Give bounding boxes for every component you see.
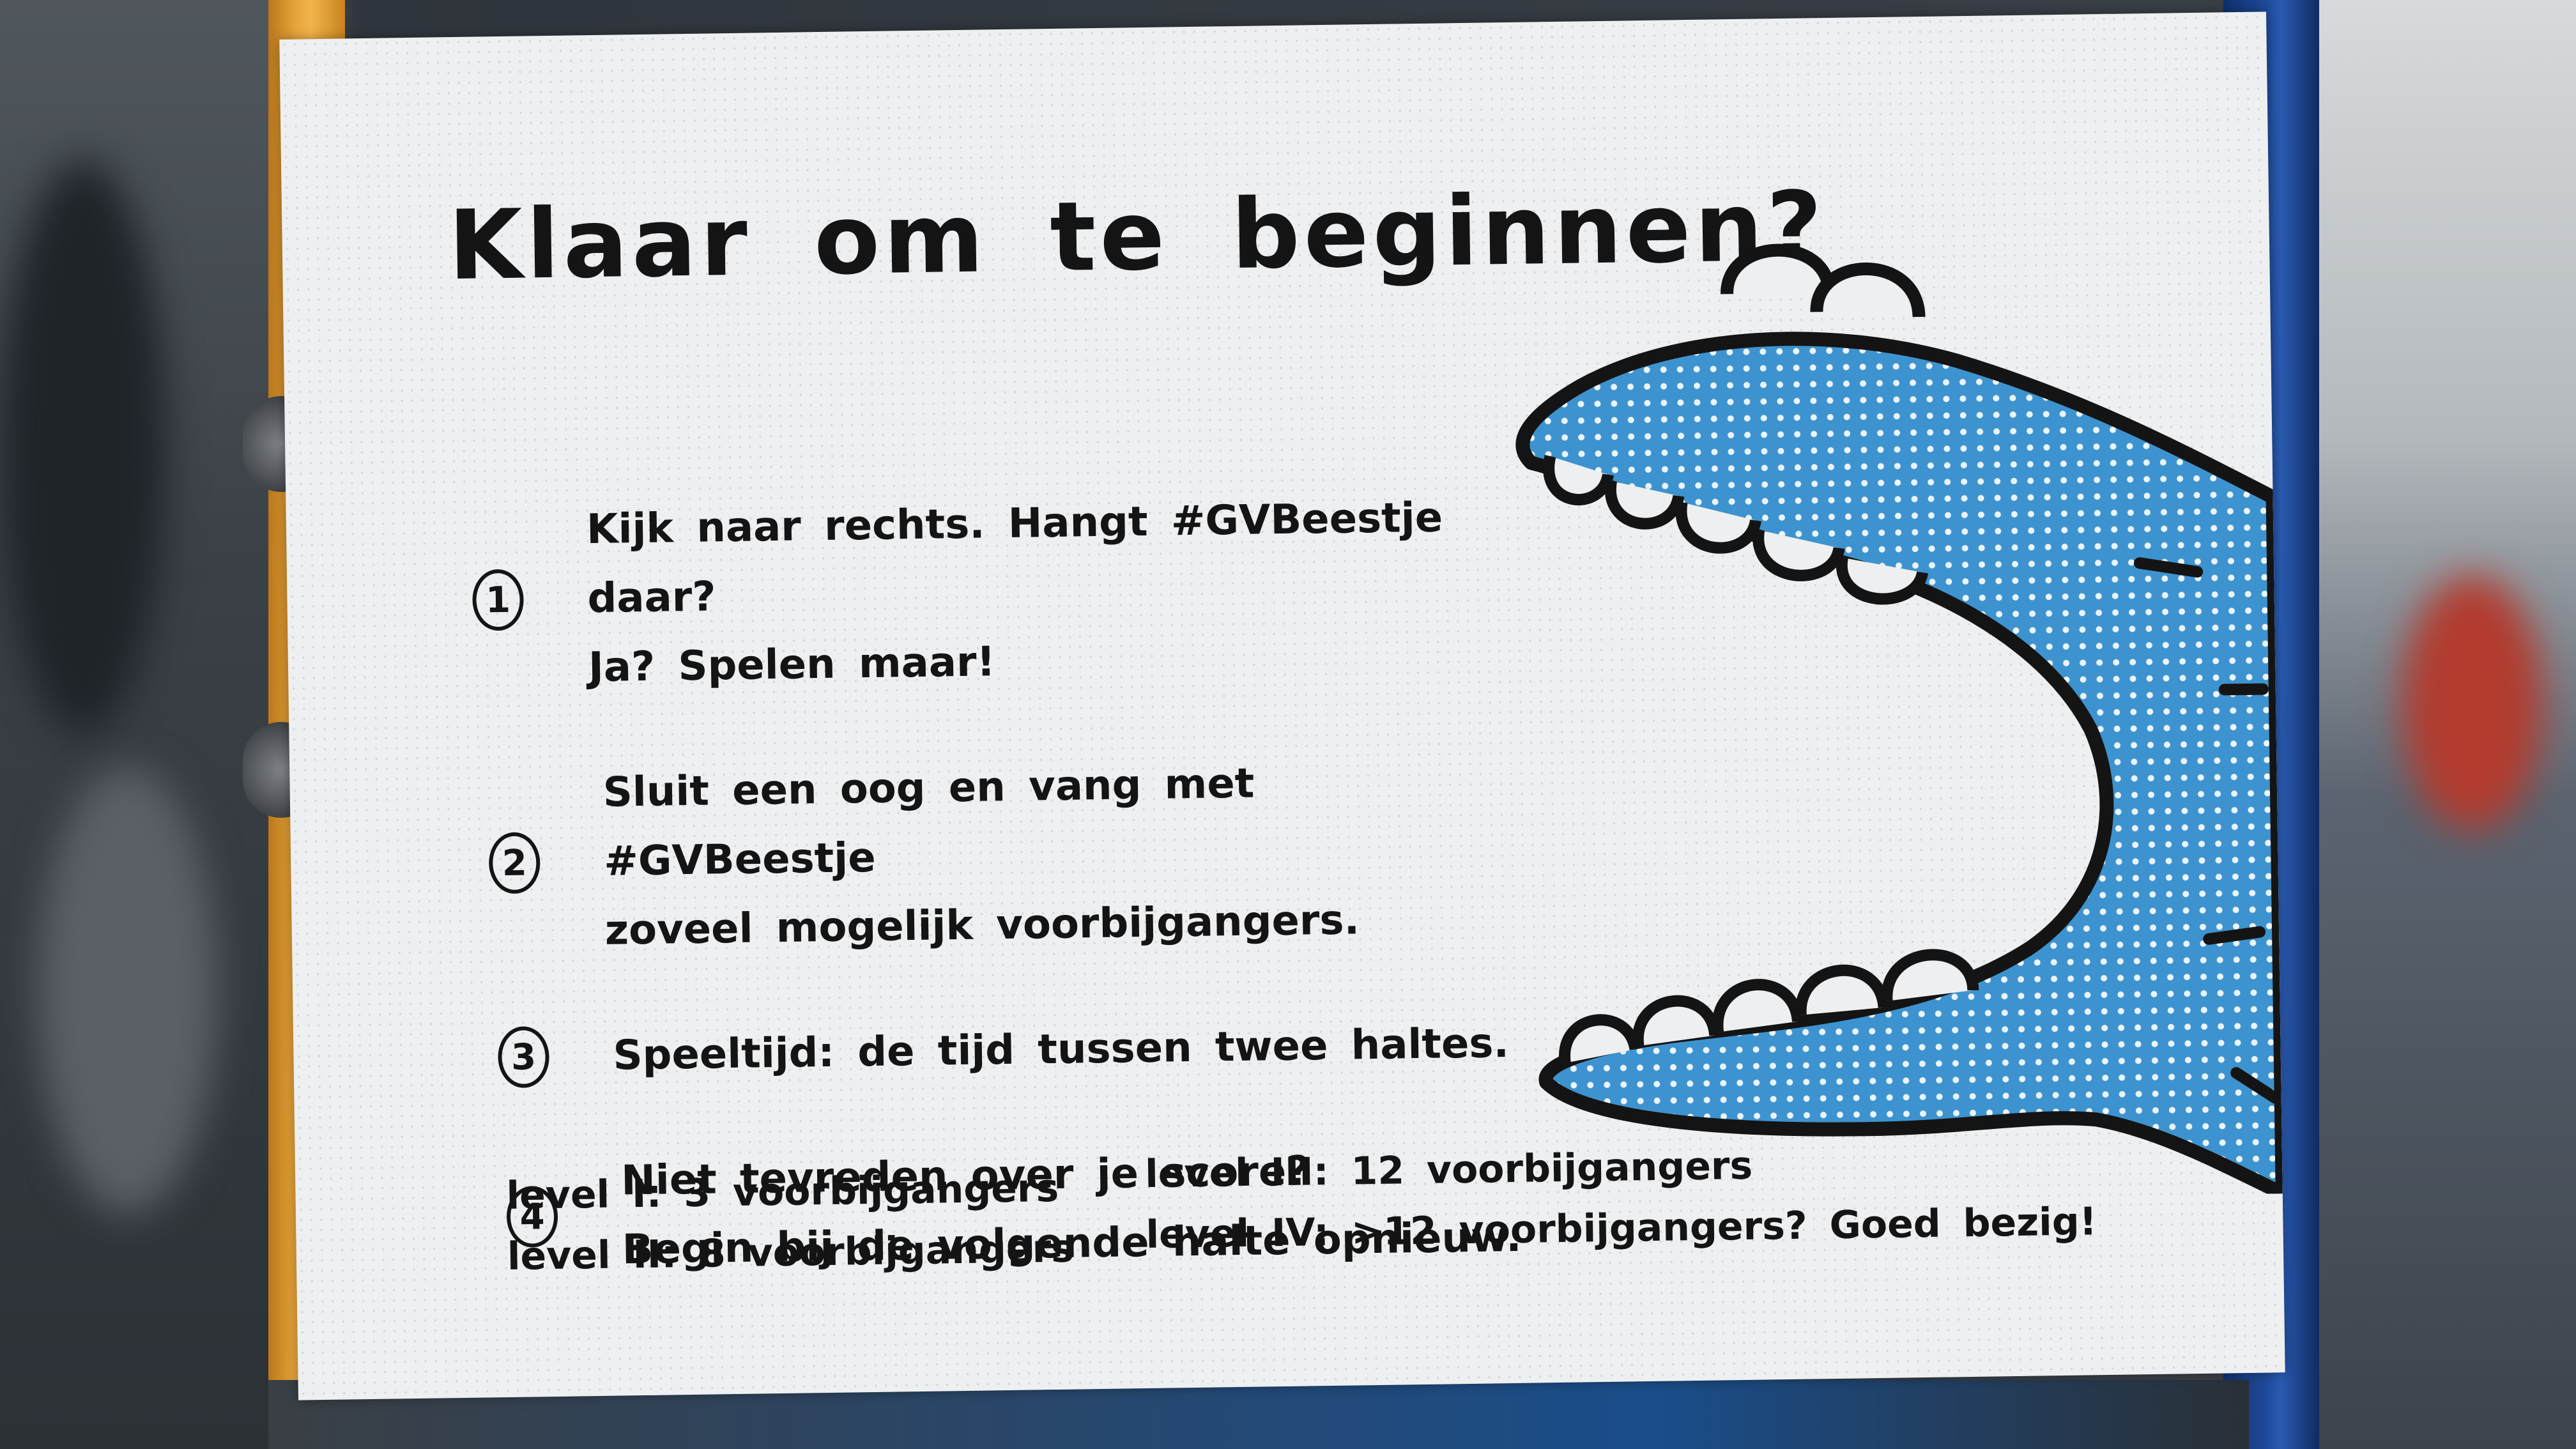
step-line: Speeltijd: de tijd tussen twee haltes. <box>613 1020 1510 1080</box>
step-line: Kijk naar rechts. Hangt #GVBeestje daar? <box>586 494 1443 623</box>
step-number-circle: 1 <box>471 569 525 631</box>
step-number-circle: 3 <box>497 1026 550 1089</box>
blurred-red-object <box>2402 575 2543 831</box>
gvbeestje-creature-icon <box>1515 243 2283 1201</box>
level-2: level II: 8 voorbijgangers <box>507 1226 1075 1280</box>
level-1: level I: 3 voorbijgangers <box>506 1165 1059 1219</box>
step-text: Sluit een oog en vang met #GVBeestje zov… <box>602 746 1531 965</box>
step-item: 1 Kijk naar rechts. Hangt #GVBeestje daa… <box>471 482 1528 704</box>
step-line: zoveel mogelijk voorbijgangers. <box>604 896 1360 954</box>
step-item: 3 Speeltijd: de tijd tussen twee haltes. <box>497 1009 1533 1092</box>
step-item: 2 Sluit een oog en vang met #GVBeestje z… <box>487 746 1531 967</box>
game-instruction-card: Klaar om te beginnen? 1 Kijk naar rechts… <box>279 12 2285 1400</box>
step-text: Kijk naar rechts. Hangt #GVBeestje daar?… <box>586 482 1528 702</box>
step-line: Ja? Spelen maar! <box>588 638 996 692</box>
blurred-reflection <box>38 767 217 1214</box>
step-text: Speeltijd: de tijd tussen twee haltes. <box>613 1009 1510 1091</box>
blurred-passenger <box>0 160 166 735</box>
step-number-circle: 2 <box>488 832 540 894</box>
step-line: Sluit een oog en vang met #GVBeestje <box>602 760 1255 885</box>
